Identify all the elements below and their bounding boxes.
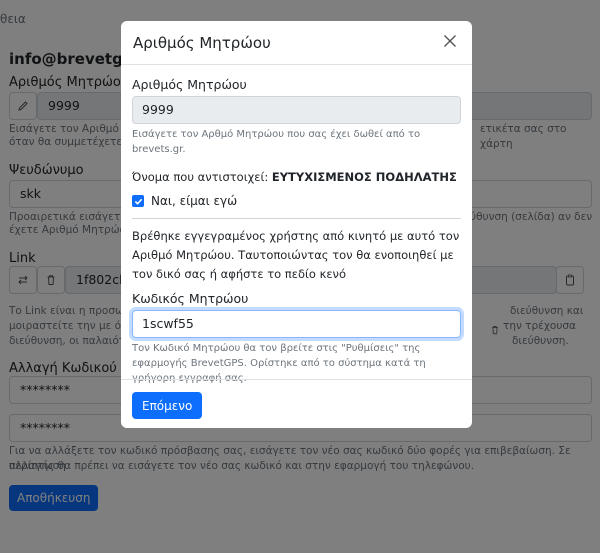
modal-registration-help: Εισάγετε τον Αρθμό Μητρώου που σας έχει … <box>132 129 421 155</box>
modal-registration-field: 9999 <box>132 96 461 124</box>
modal-info-text: Βρέθηκε εγγεγραμένος χρήστης από κινητό … <box>132 229 460 281</box>
modal-registration-label: Αριθμός Μητρώου <box>132 77 247 92</box>
code-input[interactable]: 1scwf55 <box>132 310 461 338</box>
modal-body: Αριθμός Μητρώου 9999 Εισάγετε τον Αρθμό … <box>121 65 472 386</box>
matched-name: Όνομα που αντιστοιχεί: ΕΥΤΥΧΙΣΜΕΝΟΣ ΠΟΔΗ… <box>132 170 461 184</box>
next-button[interactable]: Επόμενο <box>132 392 203 419</box>
close-button[interactable] <box>440 33 460 53</box>
confirm-checkbox-label: Ναι, είμαι εγώ <box>151 194 238 208</box>
registration-modal: Αριθμός Μητρώου Αριθμός Μητρώου 9999 Εισ… <box>121 21 472 428</box>
confirm-checkbox-row[interactable]: Ναι, είμαι εγώ <box>132 194 461 208</box>
matched-name-value: ΕΥΤΥΧΙΣΜΕΝΟΣ ΠΟΔΗΛΑΤΗΣ <box>271 170 457 184</box>
modal-header: Αριθμός Μητρώου <box>121 21 472 65</box>
close-icon <box>443 33 457 52</box>
modal-footer: Επόμενο <box>121 379 472 428</box>
code-label: Κωδικός Μητρώου <box>132 291 249 306</box>
modal-divider <box>132 218 461 219</box>
modal-title: Αριθμός Μητρώου <box>133 33 271 52</box>
confirm-checkbox[interactable] <box>132 195 144 207</box>
matched-name-prefix: Όνομα που αντιστοιχεί: <box>132 170 272 184</box>
